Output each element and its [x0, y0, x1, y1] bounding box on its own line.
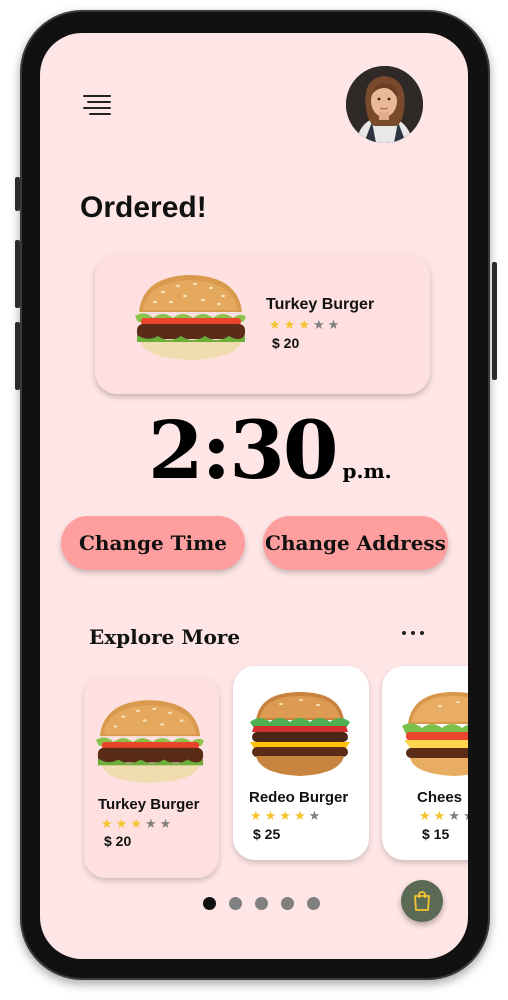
order-item-name: Turkey Burger [266, 296, 375, 313]
mute-switch [15, 177, 20, 211]
order-card[interactable]: Turkey Burger ★ ★ ★ ★ ★ $ 20 [95, 254, 430, 394]
power-button [492, 262, 497, 380]
pagination-dot[interactable] [307, 897, 320, 910]
star-empty-icon: ★ [144, 816, 157, 831]
page-title: Ordered! [80, 191, 207, 224]
delivery-time: 2:30 p.m. [148, 403, 392, 497]
explore-item-name: Chees [417, 789, 463, 806]
turkey-burger-image [135, 275, 246, 360]
shopping-bag-button[interactable] [401, 880, 443, 922]
explore-item-rating: ★★★★★ [101, 817, 171, 830]
explore-item-name: Turkey Burger [98, 796, 200, 813]
redeo-burger-image [250, 692, 350, 776]
change-address-button[interactable]: Change Address [263, 516, 448, 570]
delivery-time-period: p.m. [342, 459, 392, 483]
explore-title: Explore More [89, 625, 241, 649]
star-empty-icon: ★ [448, 808, 460, 823]
star-filled-icon: ★ [283, 317, 296, 332]
volume-up-button [15, 240, 20, 308]
star-filled-icon: ★ [433, 808, 446, 823]
star-filled-icon: ★ [115, 816, 128, 831]
turkey-burger-image [95, 700, 205, 783]
pagination-dot[interactable] [281, 897, 294, 910]
pagination-dot[interactable] [255, 897, 268, 910]
explore-card-redeo-burger[interactable]: Redeo Burger ★ ★ ★ ★ ★ $ 25 [233, 666, 369, 860]
hamburger-icon[interactable] [83, 93, 113, 117]
explore-item-rating: ★★★★★ [419, 809, 468, 822]
volume-down-button [15, 322, 20, 390]
star-filled-icon: ★ [419, 808, 431, 823]
star-filled-icon: ★ [250, 808, 262, 823]
order-price: $ 20 [272, 335, 300, 351]
star-empty-icon: ★ [312, 317, 325, 332]
star-filled-icon: ★ [298, 317, 310, 332]
pagination-dot[interactable] [229, 897, 242, 910]
star-filled-icon: ★ [269, 317, 281, 332]
star-filled-icon: ★ [130, 816, 142, 831]
star-filled-icon: ★ [279, 808, 291, 823]
user-avatar[interactable] [346, 66, 423, 143]
order-rating: ★ ★ ★ ★ ★ [269, 318, 339, 331]
pagination-dot[interactable] [203, 897, 216, 910]
app-screen: Ordered! Turkey Burger ★ ★ ★ ★ ★ $ 20 2:30 p.… [40, 33, 468, 959]
cheese-burger-image [402, 692, 468, 776]
star-empty-icon: ★ [308, 808, 321, 823]
explore-item-price: $ 25 [253, 826, 281, 842]
shopping-bag-icon [414, 891, 430, 911]
star-empty-icon: ★ [159, 816, 172, 831]
explore-item-name: Redeo Burger [249, 789, 349, 806]
explore-item-price: $ 20 [104, 833, 132, 849]
star-filled-icon: ★ [293, 808, 306, 823]
change-time-button[interactable]: Change Time [61, 516, 245, 570]
explore-item-rating: ★★★★★ [250, 809, 320, 822]
star-filled-icon: ★ [101, 816, 113, 831]
explore-card-turkey-burger[interactable]: Turkey Burger ★ ★ ★ ★ ★ $ 20 [84, 675, 219, 878]
explore-card-cheese-burger[interactable]: Chees ★★★★★ $ 15 [382, 666, 468, 860]
more-horizontal-icon[interactable] [402, 631, 424, 635]
explore-item-price: $ 15 [422, 826, 450, 842]
star-filled-icon: ★ [264, 808, 277, 823]
carousel-pagination [203, 897, 320, 910]
delivery-time-value: 2:30 [148, 403, 339, 497]
star-empty-icon: ★ [327, 317, 340, 332]
star-empty-icon: ★ [463, 809, 468, 822]
